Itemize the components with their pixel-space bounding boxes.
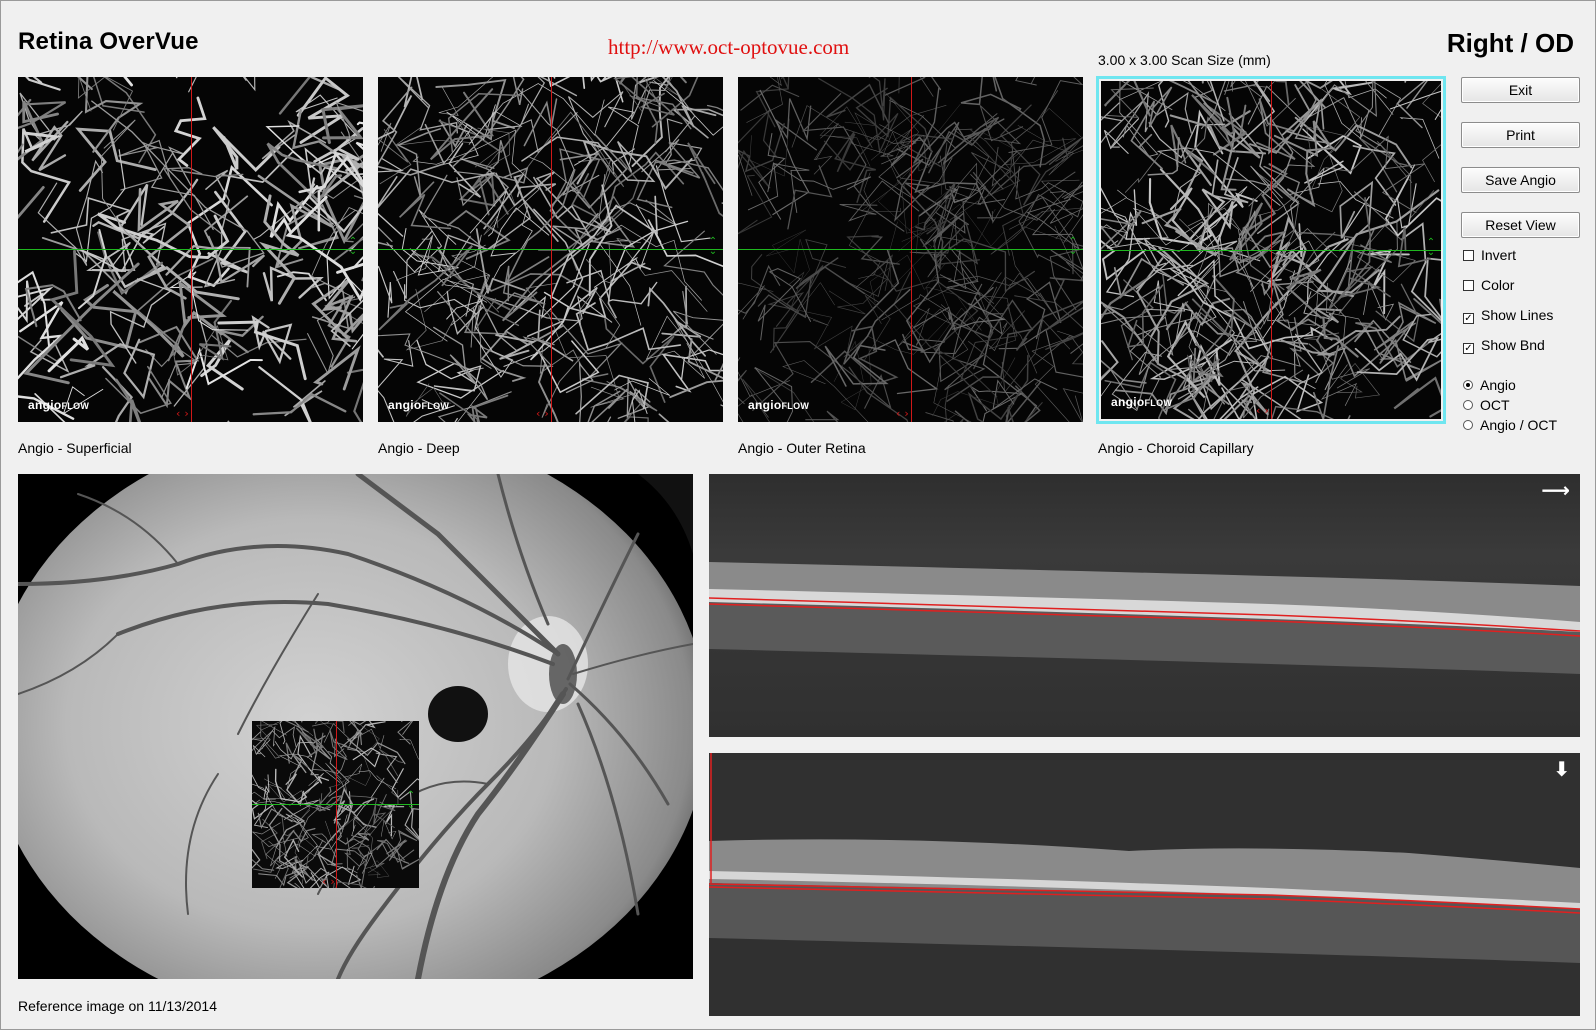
horizontal-crosshair[interactable]: [18, 249, 363, 250]
caption-superficial: Angio - Superficial: [18, 440, 132, 456]
angio-oct-radio[interactable]: Angio / OCT: [1463, 416, 1557, 434]
radio-dot[interactable]: [1463, 400, 1473, 410]
horizontal-crosshair[interactable]: [378, 249, 723, 250]
angio-outer-retina-image[interactable]: ⌃ ⌄ ‹› angioFLOW: [738, 77, 1083, 422]
angio-overlay-thumbnail[interactable]: ⌃ ⌄ ‹›: [252, 721, 419, 888]
print-button[interactable]: Print: [1461, 122, 1580, 148]
crosshair-drag-handle-icon[interactable]: ⌃ ⌄: [707, 237, 719, 257]
checkbox-box[interactable]: [1463, 280, 1474, 291]
angioflow-logo: angioFLOW: [1111, 395, 1173, 409]
angio-superficial-image[interactable]: ⌃ ⌄ ‹› angioFLOW: [18, 77, 363, 422]
save-angio-button[interactable]: Save Angio: [1461, 167, 1580, 193]
checkbox-label: Invert: [1481, 247, 1517, 263]
color-checkbox[interactable]: Color: [1463, 276, 1514, 294]
angioflow-logo: angioFLOW: [388, 398, 450, 412]
checkbox-label: Color: [1481, 277, 1515, 293]
horizontal-crosshair[interactable]: [738, 249, 1083, 250]
scan-direction-arrow-icon: ⟶: [1541, 478, 1570, 502]
caption-choroid-capillary: Angio - Choroid Capillary: [1098, 440, 1254, 456]
invert-checkbox[interactable]: Invert: [1463, 246, 1516, 264]
checkbox-box[interactable]: [1463, 250, 1474, 261]
reference-caption: Reference image on 11/13/2014: [18, 998, 217, 1014]
exit-button[interactable]: Exit: [1461, 77, 1580, 103]
site-url-watermark: http://www.oct-optovue.com: [608, 35, 850, 59]
crosshair-drag-handle-icon[interactable]: ‹›: [176, 408, 193, 420]
radio-dot-selected[interactable]: [1463, 380, 1473, 390]
oct-radio[interactable]: OCT: [1463, 396, 1510, 414]
oct-bscan-horizontal[interactable]: ⟶: [709, 474, 1580, 737]
show-bnd-checkbox[interactable]: ✓ Show Bnd: [1463, 336, 1545, 354]
checkbox-box-checked[interactable]: ✓: [1463, 343, 1474, 354]
radio-label: Angio: [1480, 377, 1516, 393]
crosshair-drag-handle-icon[interactable]: ‹›: [536, 408, 553, 420]
app-title: Retina OverVue: [18, 28, 199, 55]
bscan-picture: [709, 753, 1580, 1016]
angio-radio[interactable]: Angio: [1463, 376, 1516, 394]
angio-choroid-capillary-image[interactable]: ⌃ ⌄ ‹› angioFLOW: [1096, 76, 1446, 424]
scan-size-label: 3.00 x 3.00 Scan Size (mm): [1098, 52, 1271, 68]
crosshair-drag-handle-icon[interactable]: ‹›: [322, 876, 339, 888]
crosshair-drag-handle-icon[interactable]: ‹›: [1256, 405, 1273, 417]
reference-fundus-image[interactable]: ⌃ ⌄ ‹›: [18, 474, 693, 979]
bscan-picture: [709, 474, 1580, 737]
angioflow-logo: angioFLOW: [748, 398, 810, 412]
reset-view-button[interactable]: Reset View: [1461, 212, 1580, 238]
radio-dot[interactable]: [1463, 420, 1473, 430]
horizontal-crosshair[interactable]: [252, 804, 419, 805]
crosshair-drag-handle-icon[interactable]: ⌃ ⌄: [405, 791, 417, 811]
show-lines-checkbox[interactable]: ✓ Show Lines: [1463, 306, 1553, 324]
crosshair-drag-handle-icon[interactable]: ⌃ ⌄: [1425, 238, 1437, 258]
checkbox-box-checked[interactable]: ✓: [1463, 313, 1474, 324]
crosshair-drag-handle-icon[interactable]: ⌃ ⌄: [1067, 237, 1079, 257]
horizontal-crosshair[interactable]: [1101, 250, 1441, 251]
angio-deep-image[interactable]: ⌃ ⌄ ‹› angioFLOW: [378, 77, 723, 422]
oct-bscan-vertical[interactable]: ⬇: [709, 753, 1580, 1016]
crosshair-drag-handle-icon[interactable]: ‹›: [896, 408, 913, 420]
caption-outer-retina: Angio - Outer Retina: [738, 440, 866, 456]
radio-label: OCT: [1480, 397, 1510, 413]
radio-label: Angio / OCT: [1480, 417, 1558, 433]
eye-label: Right / OD: [1446, 28, 1574, 58]
crosshair-drag-handle-icon[interactable]: ⌃ ⌄: [347, 237, 359, 257]
angioflow-logo: angioFLOW: [28, 398, 90, 412]
checkbox-label: Show Lines: [1481, 307, 1554, 323]
caption-deep: Angio - Deep: [378, 440, 460, 456]
checkbox-label: Show Bnd: [1481, 337, 1545, 353]
scan-direction-arrow-icon: ⬇: [1553, 757, 1570, 781]
